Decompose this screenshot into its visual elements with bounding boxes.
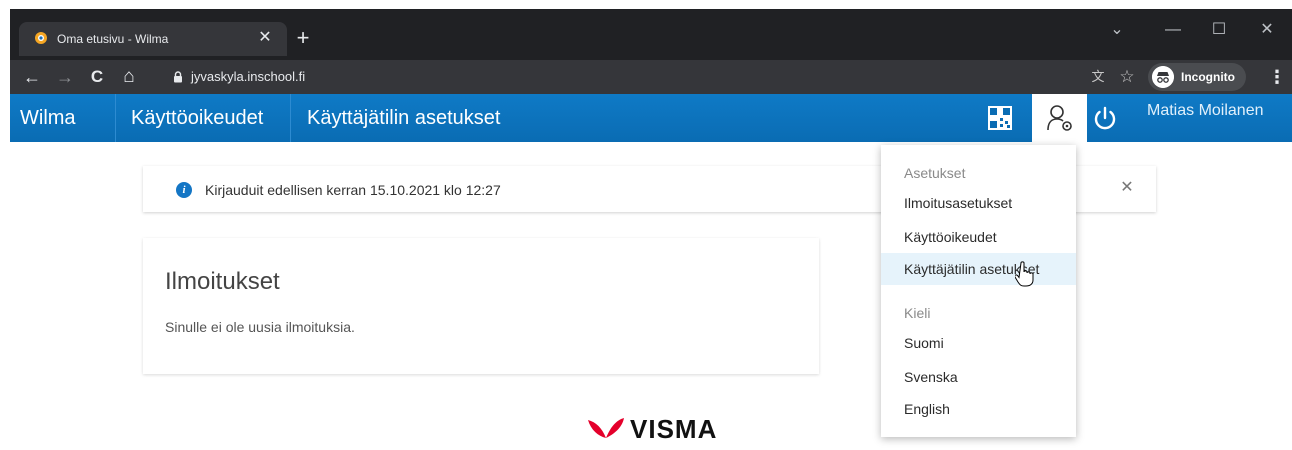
- browser-tab[interactable]: Oma etusivu - Wilma ✕: [19, 22, 287, 56]
- dropdown-header-asetukset: Asetukset: [904, 165, 966, 181]
- notifications-empty-text: Sinulle ei ole uusia ilmoituksia.: [165, 319, 355, 335]
- incognito-badge[interactable]: Incognito: [1148, 63, 1246, 91]
- tab-search-dropdown-icon[interactable]: ⌄: [1102, 17, 1132, 43]
- menu-item-suomi[interactable]: Suomi: [881, 327, 1076, 359]
- new-tab-button[interactable]: +: [291, 26, 315, 50]
- forward-arrow-icon[interactable]: →: [54, 65, 76, 89]
- browser-menu-icon[interactable]: ⋮: [1268, 66, 1286, 88]
- user-name[interactable]: Matias Moilanen: [1147, 102, 1264, 120]
- incognito-label: Incognito: [1181, 70, 1235, 84]
- reload-icon[interactable]: C: [86, 65, 108, 89]
- back-arrow-icon[interactable]: ←: [21, 65, 43, 89]
- minimize-icon[interactable]: —: [1158, 17, 1188, 43]
- lock-icon[interactable]: [173, 71, 183, 83]
- user-settings-dropdown: Asetukset Ilmoitusasetukset Käyttöoikeud…: [881, 145, 1076, 437]
- hand-cursor-icon: [1015, 261, 1034, 287]
- nav-divider: [115, 94, 116, 142]
- menu-item-kayttajatilin-asetukset[interactable]: Käyttäjätilin asetukset: [881, 253, 1076, 285]
- window-close-icon[interactable]: ✕: [1252, 17, 1282, 43]
- qr-code-icon[interactable]: [985, 101, 1015, 135]
- notice-close-icon[interactable]: ✕: [1119, 180, 1135, 196]
- visma-logo-mark-icon: [588, 418, 624, 438]
- dropdown-header-kieli: Kieli: [904, 305, 931, 321]
- tab-close-icon[interactable]: ✕: [255, 27, 275, 49]
- user-settings-button[interactable]: [1032, 94, 1087, 142]
- nav-link-kayttajatilin-asetukset[interactable]: Käyttäjätilin asetukset: [307, 107, 500, 130]
- wilma-home-link[interactable]: Wilma: [20, 107, 76, 130]
- nav-link-kayttooikeudet[interactable]: Käyttöoikeudet: [131, 107, 263, 130]
- tab-title: Oma etusivu - Wilma: [57, 32, 169, 46]
- menu-item-ilmoitusasetukset[interactable]: Ilmoitusasetukset: [881, 187, 1076, 219]
- browser-toolbar: ← → C ⌂ jyvaskyla.inschool.fi 文 ☆ Incogn…: [10, 60, 1292, 94]
- menu-item-kayttooikeudet[interactable]: Käyttöoikeudet: [881, 221, 1076, 253]
- visma-logo-text: VISMA: [630, 414, 718, 444]
- info-icon: i: [176, 182, 192, 198]
- maximize-icon[interactable]: ☐: [1204, 17, 1234, 43]
- wilma-favicon-icon: [35, 32, 47, 44]
- address-bar[interactable]: jyvaskyla.inschool.fi: [191, 69, 305, 84]
- user-settings-icon: [1047, 105, 1072, 131]
- notifications-title: Ilmoitukset: [165, 268, 280, 295]
- menu-item-english[interactable]: English: [881, 393, 1076, 425]
- power-icon[interactable]: [1090, 101, 1120, 135]
- browser-tab-strip: Oma etusivu - Wilma ✕ + ⌄ — ☐ ✕: [10, 9, 1292, 60]
- translate-icon[interactable]: 文: [1087, 66, 1109, 88]
- incognito-icon: [1152, 66, 1174, 88]
- notifications-panel: Ilmoitukset Sinulle ei ole uusia ilmoitu…: [143, 238, 819, 374]
- menu-item-svenska[interactable]: Svenska: [881, 361, 1076, 393]
- nav-divider: [290, 94, 291, 142]
- last-login-text: Kirjauduit edellisen kerran 15.10.2021 k…: [205, 182, 501, 198]
- wilma-nav-bar: Wilma Käyttöoikeudet Käyttäjätilin asetu…: [10, 94, 1292, 142]
- home-icon[interactable]: ⌂: [118, 65, 140, 89]
- visma-logo: VISMA: [586, 412, 718, 444]
- bookmark-star-icon[interactable]: ☆: [1116, 66, 1138, 88]
